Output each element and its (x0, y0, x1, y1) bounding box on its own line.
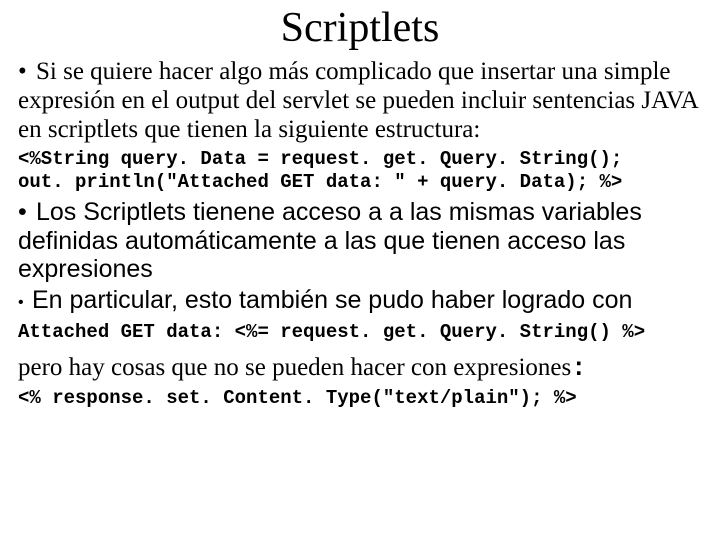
bullet-icon: • (18, 198, 36, 227)
paragraph-4-text: pero hay cosas que no se pueden hacer co… (18, 354, 571, 381)
bullet-icon: • (18, 58, 36, 87)
code-line-2: out. println("Attached GET data: " + que… (18, 171, 622, 193)
code-block-3: <% response. set. Content. Type("text/pl… (18, 387, 702, 410)
paragraph-3: •En particular, esto también se pudo hab… (18, 286, 702, 315)
paragraph-2: •Los Scriptlets tienene acceso a a las m… (18, 198, 702, 284)
paragraph-2-text: Los Scriptlets tienene acceso a a las mi… (18, 198, 642, 284)
code-block-2: Attached GET data: <%= request. get. Que… (18, 321, 702, 344)
code-block-1: <%String query. Data = request. get. Que… (18, 148, 702, 194)
paragraph-3-text: En particular, esto también se pudo habe… (32, 286, 632, 314)
slide: Scriptlets •Si se quiere hacer algo más … (0, 4, 720, 544)
bullet-icon: • (18, 294, 32, 312)
colon: : (571, 354, 586, 383)
paragraph-1: •Si se quiere hacer algo más complicado … (18, 58, 702, 144)
code-line-1: <%String query. Data = request. get. Que… (18, 148, 622, 170)
slide-title: Scriptlets (18, 4, 702, 52)
paragraph-4: pero hay cosas que no se pueden hacer co… (18, 354, 702, 383)
paragraph-1-text: Si se quiere hacer algo más complicado q… (18, 58, 697, 143)
